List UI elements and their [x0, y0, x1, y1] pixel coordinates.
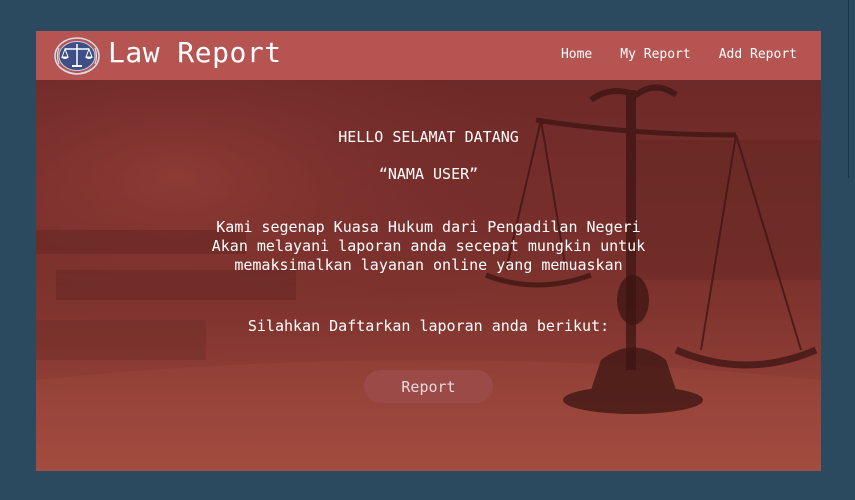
- brand-title[interactable]: Law Report: [108, 36, 282, 70]
- nav-add-report[interactable]: Add Report: [719, 47, 797, 62]
- user-name-text: “NAMA USER”: [378, 165, 479, 183]
- main-nav: Home My Report Add Report: [561, 47, 797, 62]
- scales-of-justice-icon: [54, 37, 100, 75]
- report-prompt-text: Silahkan Daftarkan laporan anda berikut:: [247, 317, 610, 335]
- report-button[interactable]: Report: [364, 370, 493, 403]
- nav-home[interactable]: Home: [561, 47, 592, 62]
- message-line: memaksimalkan layanan online yang memuas…: [234, 256, 623, 274]
- greeting-text: HELLO SELAMAT DATANG: [338, 128, 519, 146]
- nav-my-report[interactable]: My Report: [620, 47, 690, 62]
- welcome-message: Kami segenap Kuasa Hukum dari Pengadilan…: [36, 218, 821, 275]
- message-line: Kami segenap Kuasa Hukum dari Pengadilan…: [216, 218, 641, 236]
- welcome-content: HELLO SELAMAT DATANG “NAMA USER” Kami se…: [36, 80, 821, 471]
- hero-section: HELLO SELAMAT DATANG “NAMA USER” Kami se…: [36, 80, 821, 471]
- window-edge: [848, 0, 855, 178]
- app-frame: Law Report Home My Report Add Report HEL…: [36, 31, 821, 471]
- navbar: Law Report Home My Report Add Report: [36, 31, 821, 80]
- message-line: Akan melayani laporan anda secepat mungk…: [211, 237, 646, 255]
